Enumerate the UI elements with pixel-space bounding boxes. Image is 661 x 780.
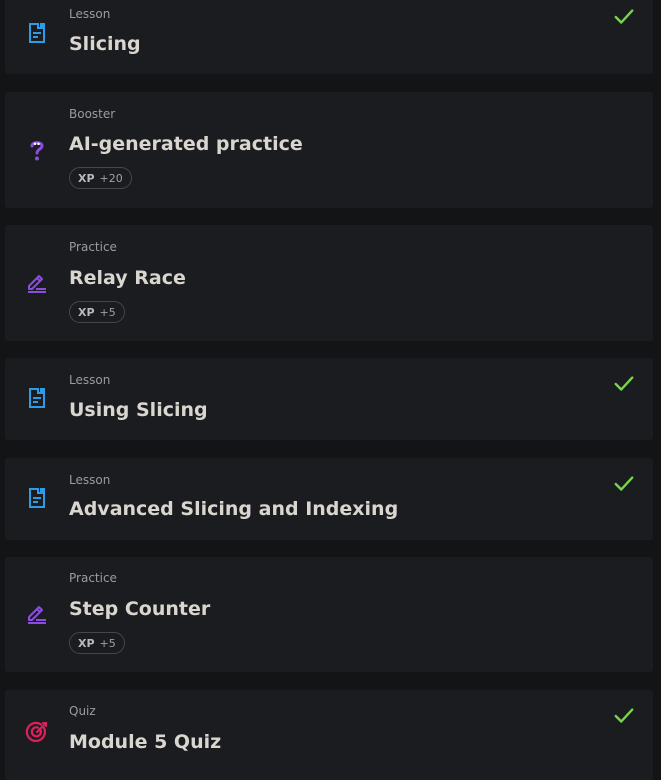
checkmark-icon xyxy=(614,9,634,24)
target-icon xyxy=(25,721,48,742)
list-item[interactable]: Lesson Slicing xyxy=(5,0,653,74)
item-title: Slicing xyxy=(69,33,141,55)
item-title: Using Slicing xyxy=(69,399,208,421)
xp-badge: XP +5 xyxy=(69,301,125,323)
pencil-icon xyxy=(28,275,46,293)
item-type: Quiz xyxy=(69,704,96,718)
xp-label: XP xyxy=(78,305,95,319)
checkmark-icon xyxy=(614,708,634,723)
document-icon xyxy=(29,23,45,43)
pencil-icon xyxy=(28,606,46,624)
item-type: Lesson xyxy=(69,473,111,487)
xp-value: +5 xyxy=(99,636,116,650)
item-type: Practice xyxy=(69,240,117,254)
list-item[interactable]: Lesson Using Slicing xyxy=(5,358,653,440)
xp-label: XP xyxy=(78,636,95,650)
list-item[interactable]: Lesson Advanced Slicing and Indexing xyxy=(5,458,653,540)
list-item[interactable]: Booster AI-generated practice XP +20 xyxy=(5,92,653,208)
xp-value: +20 xyxy=(99,171,123,185)
item-type: Lesson xyxy=(69,7,111,21)
list-item[interactable]: Quiz Module 5 Quiz xyxy=(5,690,653,780)
item-title: Module 5 Quiz xyxy=(69,731,222,753)
item-title: Relay Race xyxy=(69,267,186,289)
checkmark-icon xyxy=(614,376,634,391)
xp-label: XP xyxy=(78,171,95,185)
list-item[interactable]: Practice Relay Race XP +5 xyxy=(5,225,653,341)
question-mark-icon xyxy=(30,141,44,161)
item-title: Step Counter xyxy=(69,598,211,620)
item-title: AI-generated practice xyxy=(69,133,303,155)
item-type: Practice xyxy=(69,571,117,585)
xp-value: +5 xyxy=(99,305,116,319)
list-item[interactable]: Practice Step Counter XP +5 xyxy=(5,557,653,672)
document-icon xyxy=(29,488,45,508)
xp-badge: XP +5 xyxy=(69,632,125,654)
xp-badge: XP +20 xyxy=(69,167,132,189)
item-type: Lesson xyxy=(69,373,111,387)
checkmark-icon xyxy=(614,476,634,491)
document-icon xyxy=(29,388,45,408)
item-type: Booster xyxy=(69,107,116,121)
item-title: Advanced Slicing and Indexing xyxy=(69,498,399,520)
